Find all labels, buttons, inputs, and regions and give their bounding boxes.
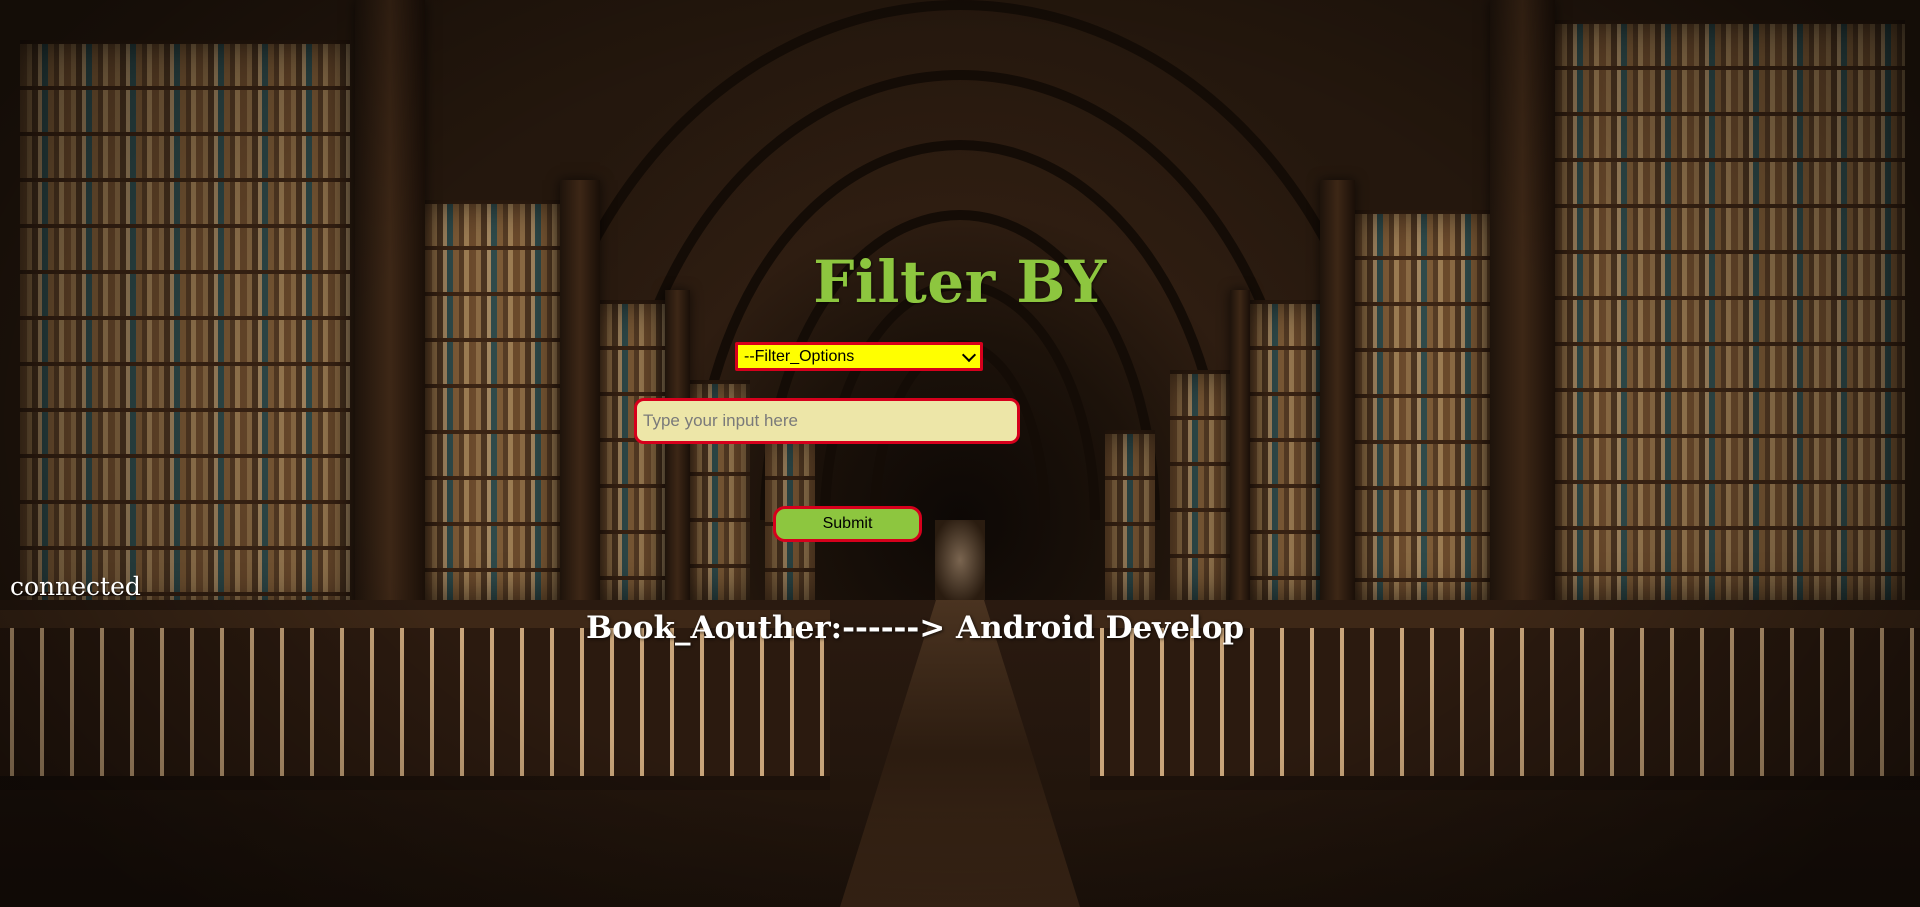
submit-button[interactable]: Submit: [773, 506, 922, 542]
filter-select[interactable]: --Filter_Options: [735, 342, 983, 371]
chevron-down-icon: [961, 347, 977, 363]
result-text: Book_Aouther:------> Android Develop: [585, 610, 1245, 646]
library-background: [0, 0, 1920, 907]
filter-select-value: --Filter_Options: [744, 348, 855, 365]
connection-status: connected: [10, 572, 141, 601]
search-input[interactable]: [634, 398, 1020, 444]
page-title: Filter BY: [813, 248, 1107, 316]
